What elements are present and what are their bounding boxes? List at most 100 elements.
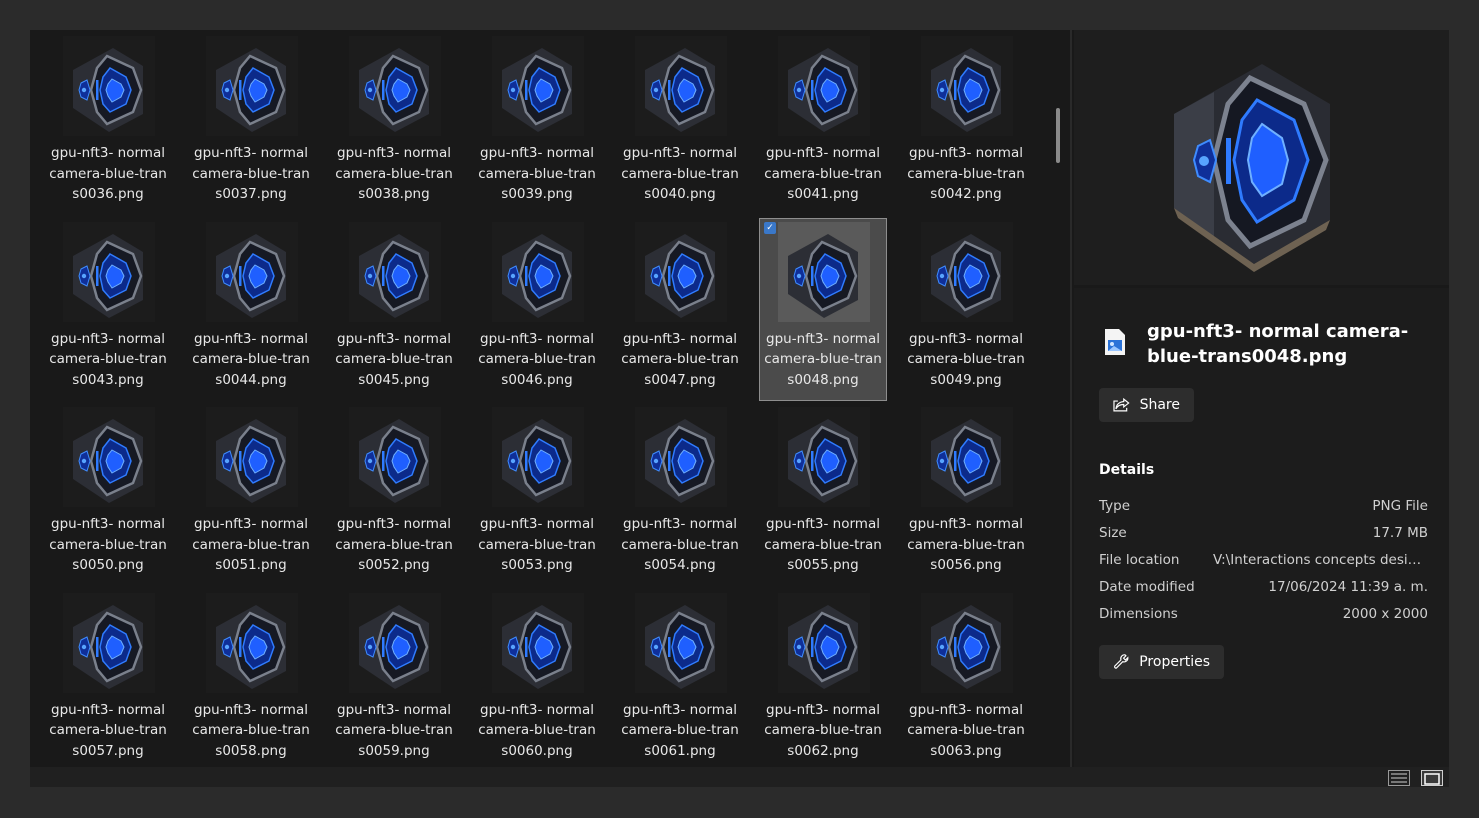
thumbnail-image xyxy=(645,604,715,689)
file-tile[interactable]: gpu-nft3- normal camera-blue-tran s0063.… xyxy=(902,589,1030,768)
file-name: gpu-nft3- normal camera-blue-tran s0052.… xyxy=(335,516,453,573)
thumbnail-image xyxy=(216,604,286,689)
thumbnail-image xyxy=(931,419,1001,503)
properties-button[interactable]: Properties xyxy=(1099,645,1224,679)
thumbnail-image xyxy=(359,233,429,318)
thumbnail-image xyxy=(73,48,143,132)
file-tile[interactable]: ✓ gpu-nft3- normal camera-blue-tran s0048… xyxy=(759,217,887,401)
file-thumbnail xyxy=(349,221,441,322)
file-tile[interactable]: gpu-nft3- normal camera-blue-tran s0036.… xyxy=(44,32,172,215)
file-name: gpu-nft3- normal camera-blue-tran s0040.… xyxy=(621,145,739,202)
share-button[interactable]: Share xyxy=(1099,388,1194,422)
file-tile[interactable]: gpu-nft3- normal camera-blue-tran s0047.… xyxy=(616,218,744,401)
file-tile[interactable]: gpu-nft3- normal camera-blue-tran s0060.… xyxy=(473,589,601,768)
selection-checkbox[interactable]: ✓ xyxy=(764,221,776,234)
share-label: Share xyxy=(1139,397,1180,413)
file-tile[interactable]: gpu-nft3- normal camera-blue-tran s0045.… xyxy=(330,218,458,401)
large-icons-view-icon[interactable] xyxy=(1421,770,1443,786)
file-tile[interactable]: gpu-nft3- normal camera-blue-tran s0046.… xyxy=(473,218,601,401)
detail-key: Date modified xyxy=(1099,579,1195,595)
file-tile[interactable]: gpu-nft3- normal camera-blue-tran s0053.… xyxy=(473,403,601,586)
details-view-icon[interactable] xyxy=(1388,770,1410,786)
detail-value: 17/06/2024 11:39 a. m. xyxy=(1268,579,1428,595)
file-name: gpu-nft3- normal camera-blue-tran s0051.… xyxy=(192,516,310,573)
thumbnail-image xyxy=(645,48,715,132)
details-pane: gpu-nft3- normal camera-blue-trans0048.p… xyxy=(1074,288,1449,767)
file-tile[interactable]: gpu-nft3- normal camera-blue-tran s0040.… xyxy=(616,32,744,215)
file-tile[interactable]: gpu-nft3- normal camera-blue-tran s0050.… xyxy=(44,403,172,586)
thumbnail-image xyxy=(502,419,572,503)
file-tile[interactable]: gpu-nft3- normal camera-blue-tran s0062.… xyxy=(759,589,887,768)
file-thumbnail xyxy=(349,36,441,136)
file-thumbnail xyxy=(63,592,155,693)
selected-file-title: gpu-nft3- normal camera-blue-trans0048.p… xyxy=(1147,321,1409,367)
thumbnail-image xyxy=(645,419,715,503)
file-tile[interactable]: gpu-nft3- normal camera-blue-tran s0049.… xyxy=(902,218,1030,401)
file-tile[interactable]: gpu-nft3- normal camera-blue-tran s0043.… xyxy=(44,218,172,401)
file-tile[interactable]: gpu-nft3- normal camera-blue-tran s0039.… xyxy=(473,32,601,215)
file-tile[interactable]: gpu-nft3- normal camera-blue-tran s0038.… xyxy=(330,32,458,215)
detail-value[interactable]: V:\Interactions concepts desig... xyxy=(1213,552,1428,568)
thumbnail-image xyxy=(788,48,858,132)
file-name: gpu-nft3- normal camera-blue-tran s0061.… xyxy=(621,701,739,759)
thumbnail-image xyxy=(359,604,429,689)
file-tile[interactable]: gpu-nft3- normal camera-blue-tran s0058.… xyxy=(187,589,315,768)
file-tile[interactable]: gpu-nft3- normal camera-blue-tran s0044.… xyxy=(187,218,315,401)
file-name: gpu-nft3- normal camera-blue-tran s0042.… xyxy=(907,145,1025,202)
file-thumbnail xyxy=(635,407,727,507)
file-thumbnail xyxy=(63,36,155,136)
thumbnail-image xyxy=(502,604,572,689)
file-tile[interactable]: gpu-nft3- normal camera-blue-tran s0059.… xyxy=(330,589,458,768)
thumbnail-image xyxy=(645,233,715,318)
detail-value: 2000 x 2000 xyxy=(1342,606,1428,622)
file-tile[interactable]: gpu-nft3- normal camera-blue-tran s0054.… xyxy=(616,403,744,586)
file-name: gpu-nft3- normal camera-blue-tran s0048.… xyxy=(764,330,882,388)
thumbnail-image xyxy=(931,233,1001,318)
file-thumbnail xyxy=(63,407,155,507)
file-thumbnail xyxy=(921,407,1013,507)
status-bar xyxy=(30,767,1449,787)
file-thumbnail xyxy=(635,36,727,136)
file-name: gpu-nft3- normal camera-blue-tran s0054.… xyxy=(621,516,739,573)
preview-image xyxy=(1174,64,1330,272)
thumbnail-image xyxy=(359,48,429,132)
file-tile[interactable]: gpu-nft3- normal camera-blue-tran s0051.… xyxy=(187,403,315,586)
file-thumbnail xyxy=(778,36,870,136)
file-name: gpu-nft3- normal camera-blue-tran s0059.… xyxy=(335,701,453,759)
file-name: gpu-nft3- normal camera-blue-tran s0055.… xyxy=(764,516,882,573)
file-thumbnail xyxy=(921,221,1013,322)
thumbnail-image xyxy=(216,419,286,503)
pane-divider[interactable] xyxy=(1070,30,1072,767)
file-thumbnail xyxy=(349,592,441,693)
file-thumbnail xyxy=(778,407,870,507)
file-name: gpu-nft3- normal camera-blue-tran s0044.… xyxy=(192,330,310,388)
file-thumbnail xyxy=(206,36,298,136)
file-thumbnail xyxy=(921,592,1013,693)
file-tile[interactable]: gpu-nft3- normal camera-blue-tran s0042.… xyxy=(902,32,1030,215)
detail-value: 17.7 MB xyxy=(1372,525,1428,541)
file-name: gpu-nft3- normal camera-blue-tran s0045.… xyxy=(335,330,453,388)
file-tile[interactable]: gpu-nft3- normal camera-blue-tran s0061.… xyxy=(616,589,744,768)
file-tile[interactable]: gpu-nft3- normal camera-blue-tran s0052.… xyxy=(330,403,458,586)
detail-row-dimensions: Dimensions 2000 x 2000 xyxy=(1099,606,1428,626)
file-name: gpu-nft3- normal camera-blue-tran s0036.… xyxy=(49,145,167,202)
thumbnail-image xyxy=(73,233,143,318)
file-thumbnail xyxy=(635,592,727,693)
wrench-icon xyxy=(1114,654,1129,669)
file-tile[interactable]: gpu-nft3- normal camera-blue-tran s0055.… xyxy=(759,403,887,586)
file-thumbnail xyxy=(206,221,298,322)
file-name: gpu-nft3- normal camera-blue-tran s0057.… xyxy=(49,701,167,759)
image-file-icon xyxy=(1105,329,1125,355)
file-name: gpu-nft3- normal camera-blue-tran s0049.… xyxy=(907,330,1025,388)
file-grid-pane[interactable]: gpu-nft3- normal camera-blue-tran s0036.… xyxy=(30,30,1070,767)
vertical-scrollbar[interactable] xyxy=(1056,108,1060,163)
thumbnail-image xyxy=(931,48,1001,132)
file-tile[interactable]: gpu-nft3- normal camera-blue-tran s0041.… xyxy=(759,32,887,215)
file-tile[interactable]: gpu-nft3- normal camera-blue-tran s0056.… xyxy=(902,403,1030,586)
file-thumbnail xyxy=(778,221,870,322)
detail-key: Size xyxy=(1099,525,1127,541)
file-tile[interactable]: gpu-nft3- normal camera-blue-tran s0037.… xyxy=(187,32,315,215)
file-name: gpu-nft3- normal camera-blue-tran s0056.… xyxy=(907,516,1025,573)
file-tile[interactable]: gpu-nft3- normal camera-blue-tran s0057.… xyxy=(44,589,172,768)
thumbnail-image xyxy=(788,419,858,503)
